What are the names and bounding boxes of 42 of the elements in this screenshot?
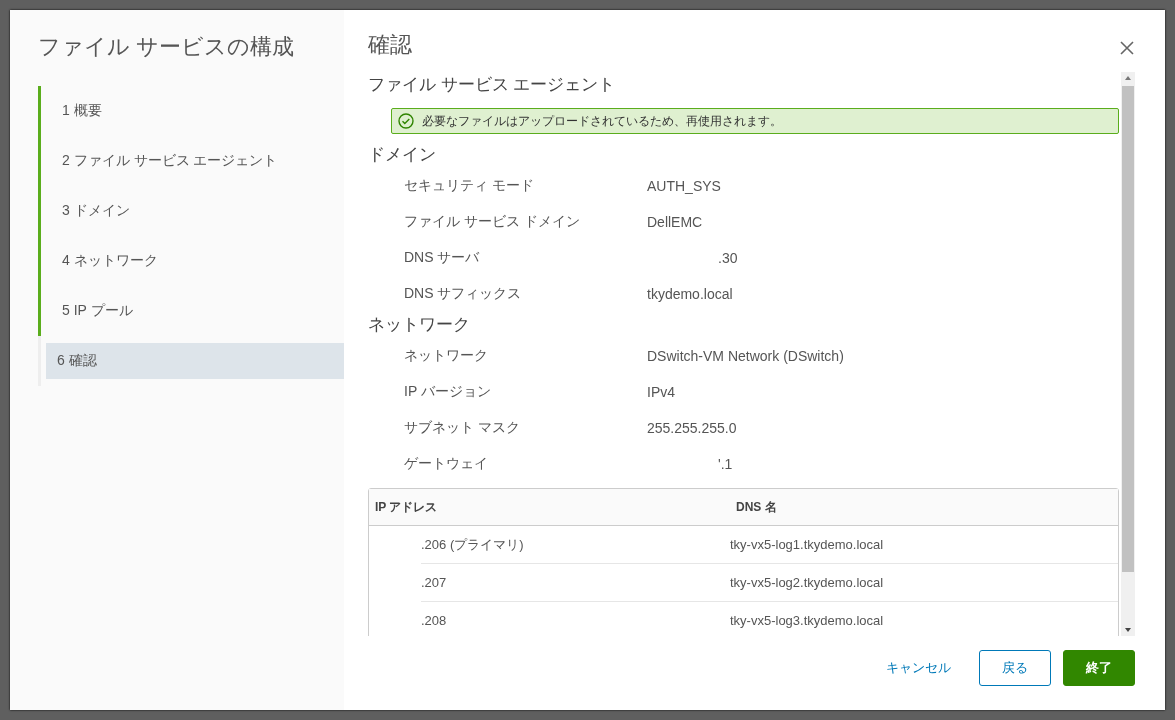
step-item[interactable]: 1 概要 xyxy=(46,86,344,136)
column-header: IP アドレス xyxy=(374,498,439,516)
check-circle-icon xyxy=(398,113,414,129)
page-title: 確認 xyxy=(368,31,412,59)
alert-message: 必要なファイルはアップロードされているため、再使用されます。 xyxy=(422,112,782,130)
field-value: '.1 xyxy=(717,456,733,472)
finish-button[interactable]: 終了 xyxy=(1063,650,1135,686)
step-item[interactable]: 6 確認 xyxy=(46,343,344,379)
field-value: IPv4 xyxy=(647,384,675,400)
field-label: ゲートウェイ xyxy=(403,455,489,473)
wizard-title: ファイル サービスの構成 xyxy=(38,33,296,61)
table-cell-text: .206 (プライマリ) xyxy=(421,535,525,554)
section-heading: ファイル サービス エージェント xyxy=(368,74,617,96)
section-heading: ドメイン xyxy=(368,144,437,166)
section-heading: ネットワーク xyxy=(368,314,471,336)
step-item[interactable]: 5 IP プール xyxy=(46,286,344,336)
field-value: tkydemo.local xyxy=(647,286,733,302)
step-item[interactable]: 4 ネットワーク xyxy=(46,236,344,286)
field-label: IP バージョン xyxy=(403,383,492,401)
table-cell: tky-vx5-log3.tkydemo.local xyxy=(730,613,884,628)
field-value: .30 xyxy=(717,250,738,266)
back-button[interactable]: 戻る xyxy=(979,650,1051,686)
field-value: DellEMC xyxy=(647,214,703,230)
close-icon[interactable] xyxy=(1119,40,1135,56)
column-header: DNS 名 xyxy=(735,498,778,516)
table-cell: tky-vx5-log2.tkydemo.local xyxy=(730,575,884,590)
field-label: DNS サフィックス xyxy=(403,285,523,303)
field-label: ファイル サービス ドメイン xyxy=(403,213,581,231)
table-cell-text: .208 xyxy=(421,613,448,628)
step-item[interactable]: 3 ドメイン xyxy=(46,186,344,236)
field-value: AUTH_SYS xyxy=(647,178,721,194)
cancel-link[interactable]: キャンセル xyxy=(874,650,963,686)
field-value: DSwitch-VM Network (DSwitch) xyxy=(647,348,844,364)
field-label: DNS サーバ xyxy=(403,249,481,267)
field-label: セキュリティ モード xyxy=(403,177,535,195)
field-label: ネットワーク xyxy=(403,347,489,365)
scrollbar[interactable] xyxy=(1121,72,1135,636)
field-value: 255.255.255.0 xyxy=(647,420,737,436)
field-label: サブネット マスク xyxy=(403,419,521,437)
table-cell: tky-vx5-log1.tkydemo.local xyxy=(730,537,884,552)
step-item[interactable]: 2 ファイル サービス エージェント xyxy=(46,136,344,186)
table-cell-text: .207 xyxy=(421,575,448,590)
